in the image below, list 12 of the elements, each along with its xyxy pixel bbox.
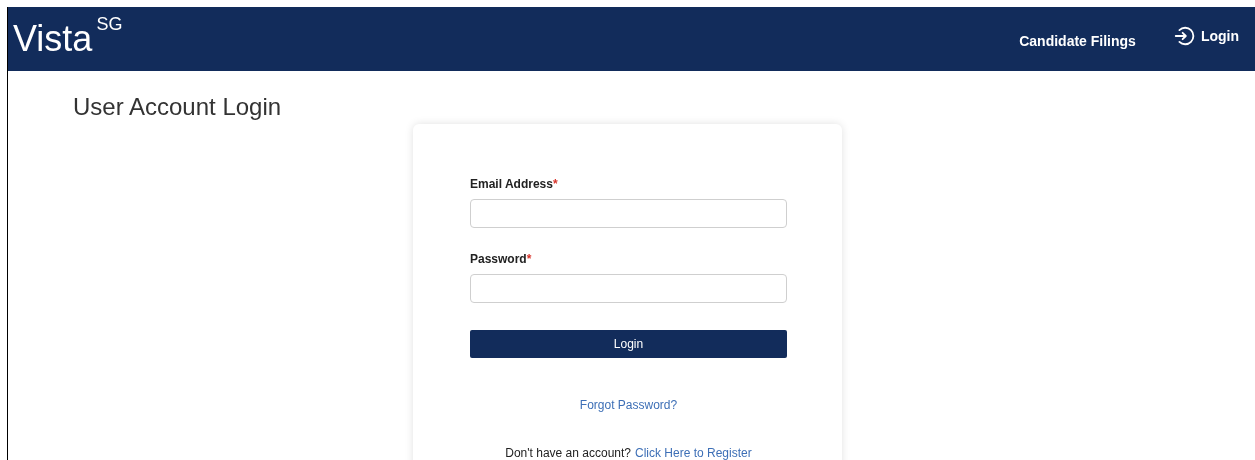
register-prompt: Don't have an account?	[505, 445, 631, 460]
field-label: Email Address*	[470, 176, 559, 193]
page-title: User Account Login	[73, 92, 282, 122]
input-field[interactable]	[470, 274, 787, 303]
nav-link[interactable]: Candidate Filings	[1019, 30, 1136, 52]
login-icon	[1172, 25, 1195, 47]
field-label: Password*	[470, 251, 533, 268]
input-field[interactable]	[470, 199, 787, 228]
register-link[interactable]: Click Here to Register	[635, 444, 752, 460]
forgot-password-link[interactable]: Forgot Password?	[579, 396, 678, 414]
login-button[interactable]: Login	[470, 330, 787, 358]
login-link[interactable]: Login	[1172, 25, 1239, 47]
